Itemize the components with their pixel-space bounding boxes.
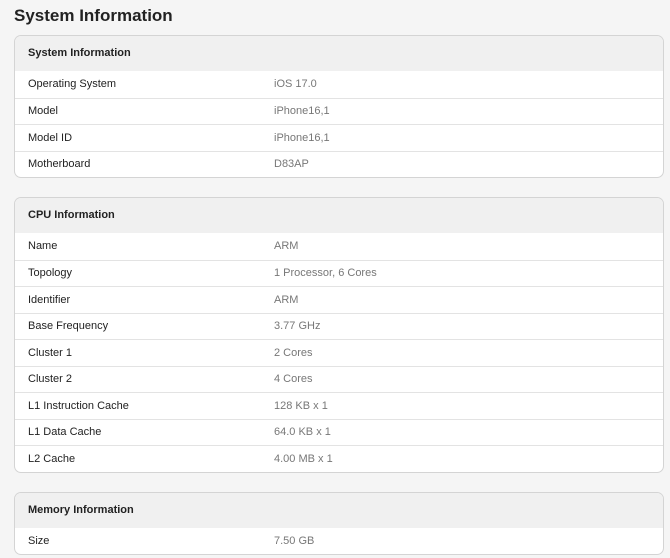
table-row: Model iPhone16,1 [15,97,663,125]
page-title: System Information [14,6,173,25]
table-row: L1 Instruction Cache 128 KB x 1 [15,392,663,419]
row-label: Size [28,534,50,547]
row-label: Identifier [28,293,71,306]
table-row: Base Frequency 3.77 GHz [15,312,663,340]
row-label: L1 Instruction Cache [28,399,129,412]
table-row: Identifier ARM [15,286,663,313]
row-label: Cluster 2 [28,373,73,386]
row-value: iOS 17.0 [274,78,317,91]
row-label: Model [28,105,58,118]
row-value: 2 Cores [274,346,313,359]
row-value: 128 KB x 1 [274,399,328,412]
table-row: Model ID iPhone16,1 [15,124,663,151]
cpu-information-card: CPU Information Name ARM Topology 1 Proc… [14,197,664,473]
table-row: Cluster 1 2 Cores [15,339,663,366]
row-value: ARM [274,240,299,253]
card-header-cpu-information: CPU Information [15,198,663,233]
row-label: Motherboard [28,158,91,171]
row-value: 4 Cores [274,373,313,386]
row-value: 64.0 KB x 1 [274,426,331,439]
table-row: Name ARM [15,233,663,260]
memory-information-card: Memory Information Size 7.50 GB [14,491,664,555]
system-information-card: System Information Operating System iOS … [14,35,664,178]
row-value: iPhone16,1 [274,131,330,144]
row-label: Model ID [28,131,73,144]
row-value: 1 Processor, 6 Cores [274,267,377,280]
row-value: 4.00 MB x 1 [274,452,333,465]
row-value: 7.50 GB [274,534,315,547]
row-value: D83AP [274,158,309,171]
row-label: Name [28,240,58,253]
card-header-system-information: System Information [15,36,663,71]
table-row: Topology 1 Processor, 6 Cores [15,259,663,287]
card-header-memory-information: Memory Information [15,492,663,528]
row-value: ARM [274,293,299,306]
row-label: L2 Cache [28,452,76,465]
row-label: Base Frequency [28,320,109,333]
row-label: Cluster 1 [28,346,73,359]
table-row: Cluster 2 4 Cores [15,365,663,393]
row-label: Topology [28,267,73,280]
table-row: Size 7.50 GB [15,528,663,555]
row-value: iPhone16,1 [274,105,330,118]
row-label: Operating System [28,78,117,91]
table-row: L1 Data Cache 64.0 KB x 1 [15,418,663,446]
table-row: Operating System iOS 17.0 [15,71,663,98]
row-label: L1 Data Cache [28,426,102,439]
table-row: Motherboard D83AP [15,150,663,178]
system-info-page: System Information System Information Op… [0,0,670,558]
row-value: 3.77 GHz [274,320,321,333]
table-row: L2 Cache 4.00 MB x 1 [15,445,663,472]
